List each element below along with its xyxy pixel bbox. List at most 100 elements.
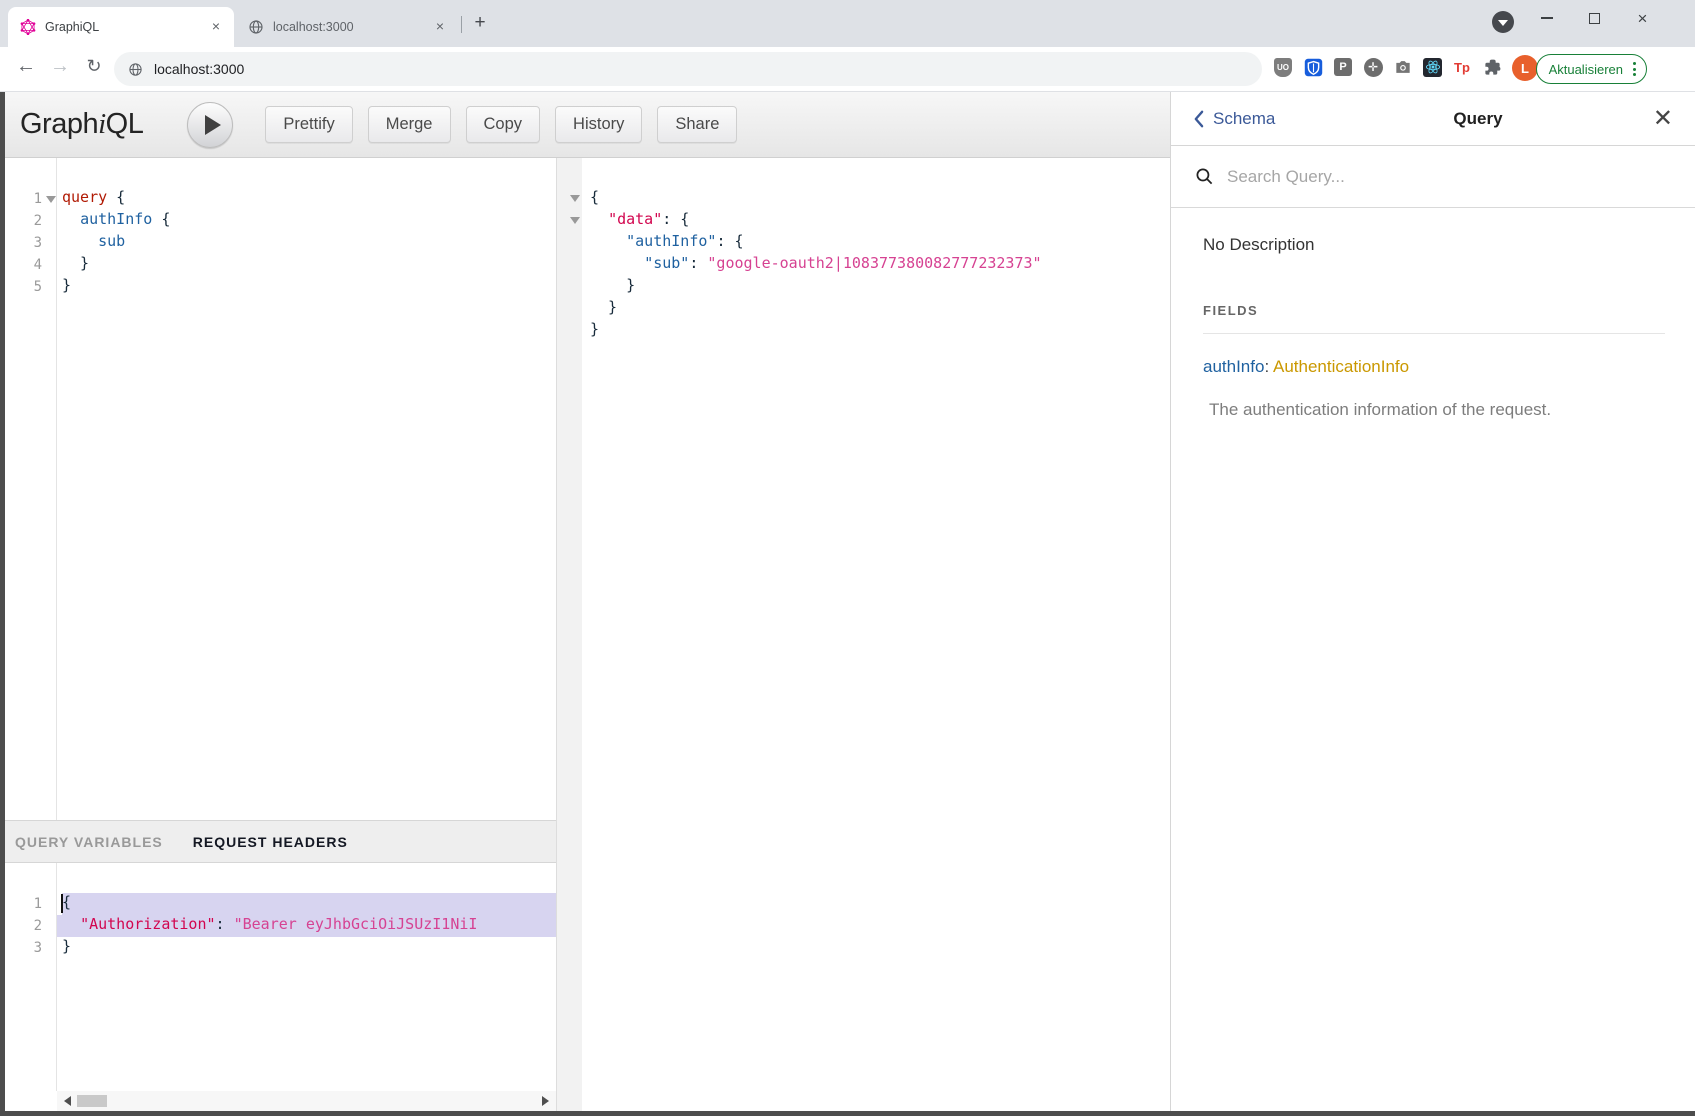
headers-editor-gutter: 123 [5, 863, 57, 1091]
p-extension-icon[interactable]: P [1333, 57, 1353, 77]
minimize-icon [1541, 17, 1553, 19]
shield-icon: UO [1274, 58, 1292, 77]
headers-editor-code[interactable]: { "Authorization": "Bearer eyJhbGciOiJSU… [62, 863, 556, 1091]
field-type-link[interactable]: AuthenticationInfo [1273, 357, 1409, 376]
tab-title: localhost:3000 [273, 20, 432, 34]
execute-query-button[interactable] [187, 102, 233, 148]
browser-tab-strip: GraphiQL × localhost:3000 × + × [0, 0, 1695, 47]
scroll-right-arrow-icon[interactable] [542, 1096, 549, 1106]
window-minimize-button[interactable] [1524, 0, 1569, 36]
result-viewer: { "data": { "authInfo": { "sub": "google… [590, 158, 1170, 1111]
copy-button[interactable]: Copy [466, 106, 541, 143]
divider [1203, 333, 1665, 334]
line-number: 1 [8, 896, 42, 912]
window-close-button[interactable]: × [1620, 0, 1665, 36]
query-editor-gutter: 12345 [5, 158, 57, 820]
history-button[interactable]: History [555, 106, 642, 143]
request-headers-editor[interactable]: 123 { "Authorization": "Bearer eyJhbGciO… [5, 863, 556, 1091]
result-fold-gutter [557, 158, 582, 1111]
chevron-down-icon [1498, 20, 1508, 26]
update-label: Aktualisieren [1549, 62, 1623, 77]
share-button[interactable]: Share [657, 106, 737, 143]
query-pane: 12345 query { authInfo { sub }} QUERY VA… [5, 158, 556, 1111]
pointer-extension-icon[interactable]: ✛ [1363, 57, 1383, 77]
doc-search-input[interactable] [1227, 167, 1607, 187]
react-devtools-extension-icon[interactable] [1423, 58, 1442, 77]
field-description: The authentication information of the re… [1203, 400, 1665, 420]
play-icon [205, 115, 221, 135]
chrome-update-menu-button[interactable]: Aktualisieren [1536, 54, 1647, 84]
tab-request-headers[interactable]: REQUEST HEADERS [193, 834, 348, 850]
camera-extension-icon[interactable] [1393, 57, 1413, 77]
close-icon: × [1638, 10, 1648, 27]
line-number: 2 [8, 213, 42, 229]
scrollbar-thumb[interactable] [77, 1095, 107, 1107]
puzzle-icon [1483, 58, 1502, 77]
doc-search-row [1171, 146, 1695, 208]
query-editor[interactable]: 12345 query { authInfo { sub }} [5, 158, 556, 820]
prettify-button[interactable]: Prettify [265, 106, 352, 143]
merge-button[interactable]: Merge [368, 106, 451, 143]
back-button[interactable]: ← [12, 52, 40, 80]
reload-button[interactable]: ↻ [80, 52, 108, 80]
bitwarden-extension-icon[interactable] [1303, 57, 1323, 77]
scroll-left-arrow-icon[interactable] [64, 1096, 71, 1106]
doc-close-button[interactable]: ✕ [1643, 109, 1673, 129]
doc-back-link[interactable]: Schema [1193, 109, 1313, 129]
new-tab-button[interactable]: + [468, 12, 492, 36]
field-row: authInfo: AuthenticationInfo [1203, 357, 1665, 377]
letter-badge: P [1334, 58, 1352, 76]
line-number: 3 [8, 940, 42, 956]
window-maximize-button[interactable] [1572, 0, 1617, 36]
fold-arrow-icon[interactable] [570, 217, 580, 224]
globe-icon [248, 19, 264, 35]
code-line: { [62, 893, 556, 915]
browser-window: GraphiQL × localhost:3000 × + × ← → ↻ lo… [0, 0, 1695, 1116]
code-line: } [590, 320, 1170, 342]
graphiql-logo: GraphiQL [20, 108, 143, 141]
tab-title: GraphiQL [45, 20, 208, 34]
tab-query-variables[interactable]: QUERY VARIABLES [15, 834, 163, 850]
extensions-puzzle-icon[interactable] [1482, 57, 1502, 77]
tab-graphiql[interactable]: GraphiQL × [8, 7, 234, 47]
doc-title: Query [1313, 109, 1643, 129]
code-line: "authInfo": { [590, 232, 1170, 254]
line-number: 5 [8, 279, 42, 295]
globe-icon [128, 62, 143, 77]
kebab-menu-icon [1631, 60, 1638, 78]
doc-explorer-panel: Schema Query ✕ No Description FIELDS aut… [1170, 92, 1695, 1116]
result-pane: { "data": { "authInfo": { "sub": "google… [557, 158, 1170, 1111]
tab-close-icon[interactable]: × [208, 19, 224, 35]
chevron-left-icon [1193, 110, 1204, 128]
fold-arrow-icon[interactable] [46, 196, 56, 203]
ublock-extension-icon[interactable]: UO [1273, 57, 1293, 77]
tab-search-button[interactable] [1492, 11, 1514, 33]
code-line: sub [62, 232, 556, 254]
colon: : [1264, 357, 1269, 376]
tab-separator [461, 16, 462, 33]
search-icon [1195, 167, 1214, 186]
graphiql-topbar: GraphiQL Prettify Merge Copy History Sha… [0, 92, 1170, 158]
code-line: } [590, 298, 1170, 320]
field-name-link[interactable]: authInfo [1203, 357, 1264, 376]
window-frame-left [0, 92, 5, 1116]
extensions-row: UO P ✛ Tp [1273, 57, 1502, 77]
horizontal-scrollbar[interactable] [57, 1091, 556, 1111]
tab-localhost[interactable]: localhost:3000 × [236, 7, 458, 47]
code-line: } [590, 276, 1170, 298]
tab-close-icon[interactable]: × [432, 19, 448, 35]
tp-extension-icon[interactable]: Tp [1452, 57, 1472, 77]
profile-avatar[interactable]: L [1512, 55, 1538, 81]
code-line: "Authorization": "Bearer eyJhbGciOiJSUzI… [62, 915, 556, 937]
letter-badge: Tp [1454, 60, 1470, 75]
line-number: 4 [8, 257, 42, 273]
forward-button[interactable]: → [46, 52, 74, 80]
code-line: "data": { [590, 210, 1170, 232]
address-bar[interactable]: localhost:3000 [114, 52, 1262, 86]
window-frame-bottom [0, 1111, 1695, 1116]
code-line: } [62, 254, 556, 276]
code-line: authInfo { [62, 210, 556, 232]
fold-arrow-icon[interactable] [570, 195, 580, 202]
query-editor-code[interactable]: query { authInfo { sub }} [62, 158, 556, 820]
camera-icon [1393, 57, 1413, 77]
